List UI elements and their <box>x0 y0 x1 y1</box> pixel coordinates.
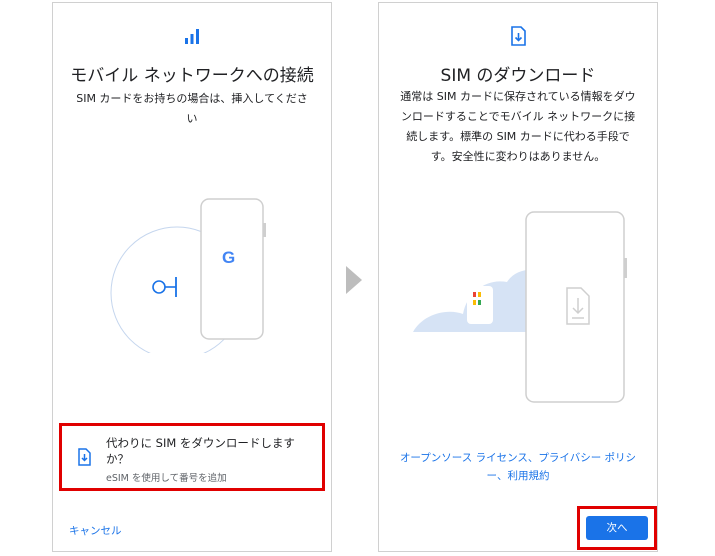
legal-links[interactable]: オープンソース ライセンス、プライバシー ポリシー、利用規約 <box>393 449 643 485</box>
page-subtitle: 通常は SIM カードに保存されている情報をダウンロードすることでモバイル ネッ… <box>400 90 636 163</box>
esim-option-title: 代わりに SIM をダウンロードしますか？ <box>106 436 295 466</box>
next-button[interactable]: 次へ <box>586 516 648 540</box>
download-sim-icon <box>78 448 91 466</box>
page-subtitle: SIM カードをお持ちの場合は、挿入してください <box>76 92 308 125</box>
next-button-highlight: 次へ <box>577 506 657 550</box>
page-title: SIM のダウンロード <box>440 66 596 86</box>
insert-sim-illustration <box>110 198 266 353</box>
download-sim-option[interactable]: 代わりに SIM をダウンロードしますか？ eSIM を使用して番号を追加 <box>59 423 325 491</box>
cancel-button[interactable]: キャンセル <box>69 523 122 538</box>
esim-option-subtitle: eSIM を使用して番号を追加 <box>106 473 227 484</box>
left-screen: モバイル ネットワークへの接続 SIM カードをお持ちの場合は、挿入してください… <box>52 2 332 552</box>
google-logo: G <box>222 248 236 267</box>
page-title: モバイル ネットワークへの接続 <box>70 66 314 86</box>
next-arrow-icon <box>346 266 362 294</box>
right-screen: SIM のダウンロード 通常は SIM カードに保存されている情報をダウンロード… <box>378 2 658 552</box>
download-sim-icon <box>511 26 526 46</box>
download-sim-illustration <box>413 211 627 403</box>
signal-bars-icon <box>185 29 199 44</box>
